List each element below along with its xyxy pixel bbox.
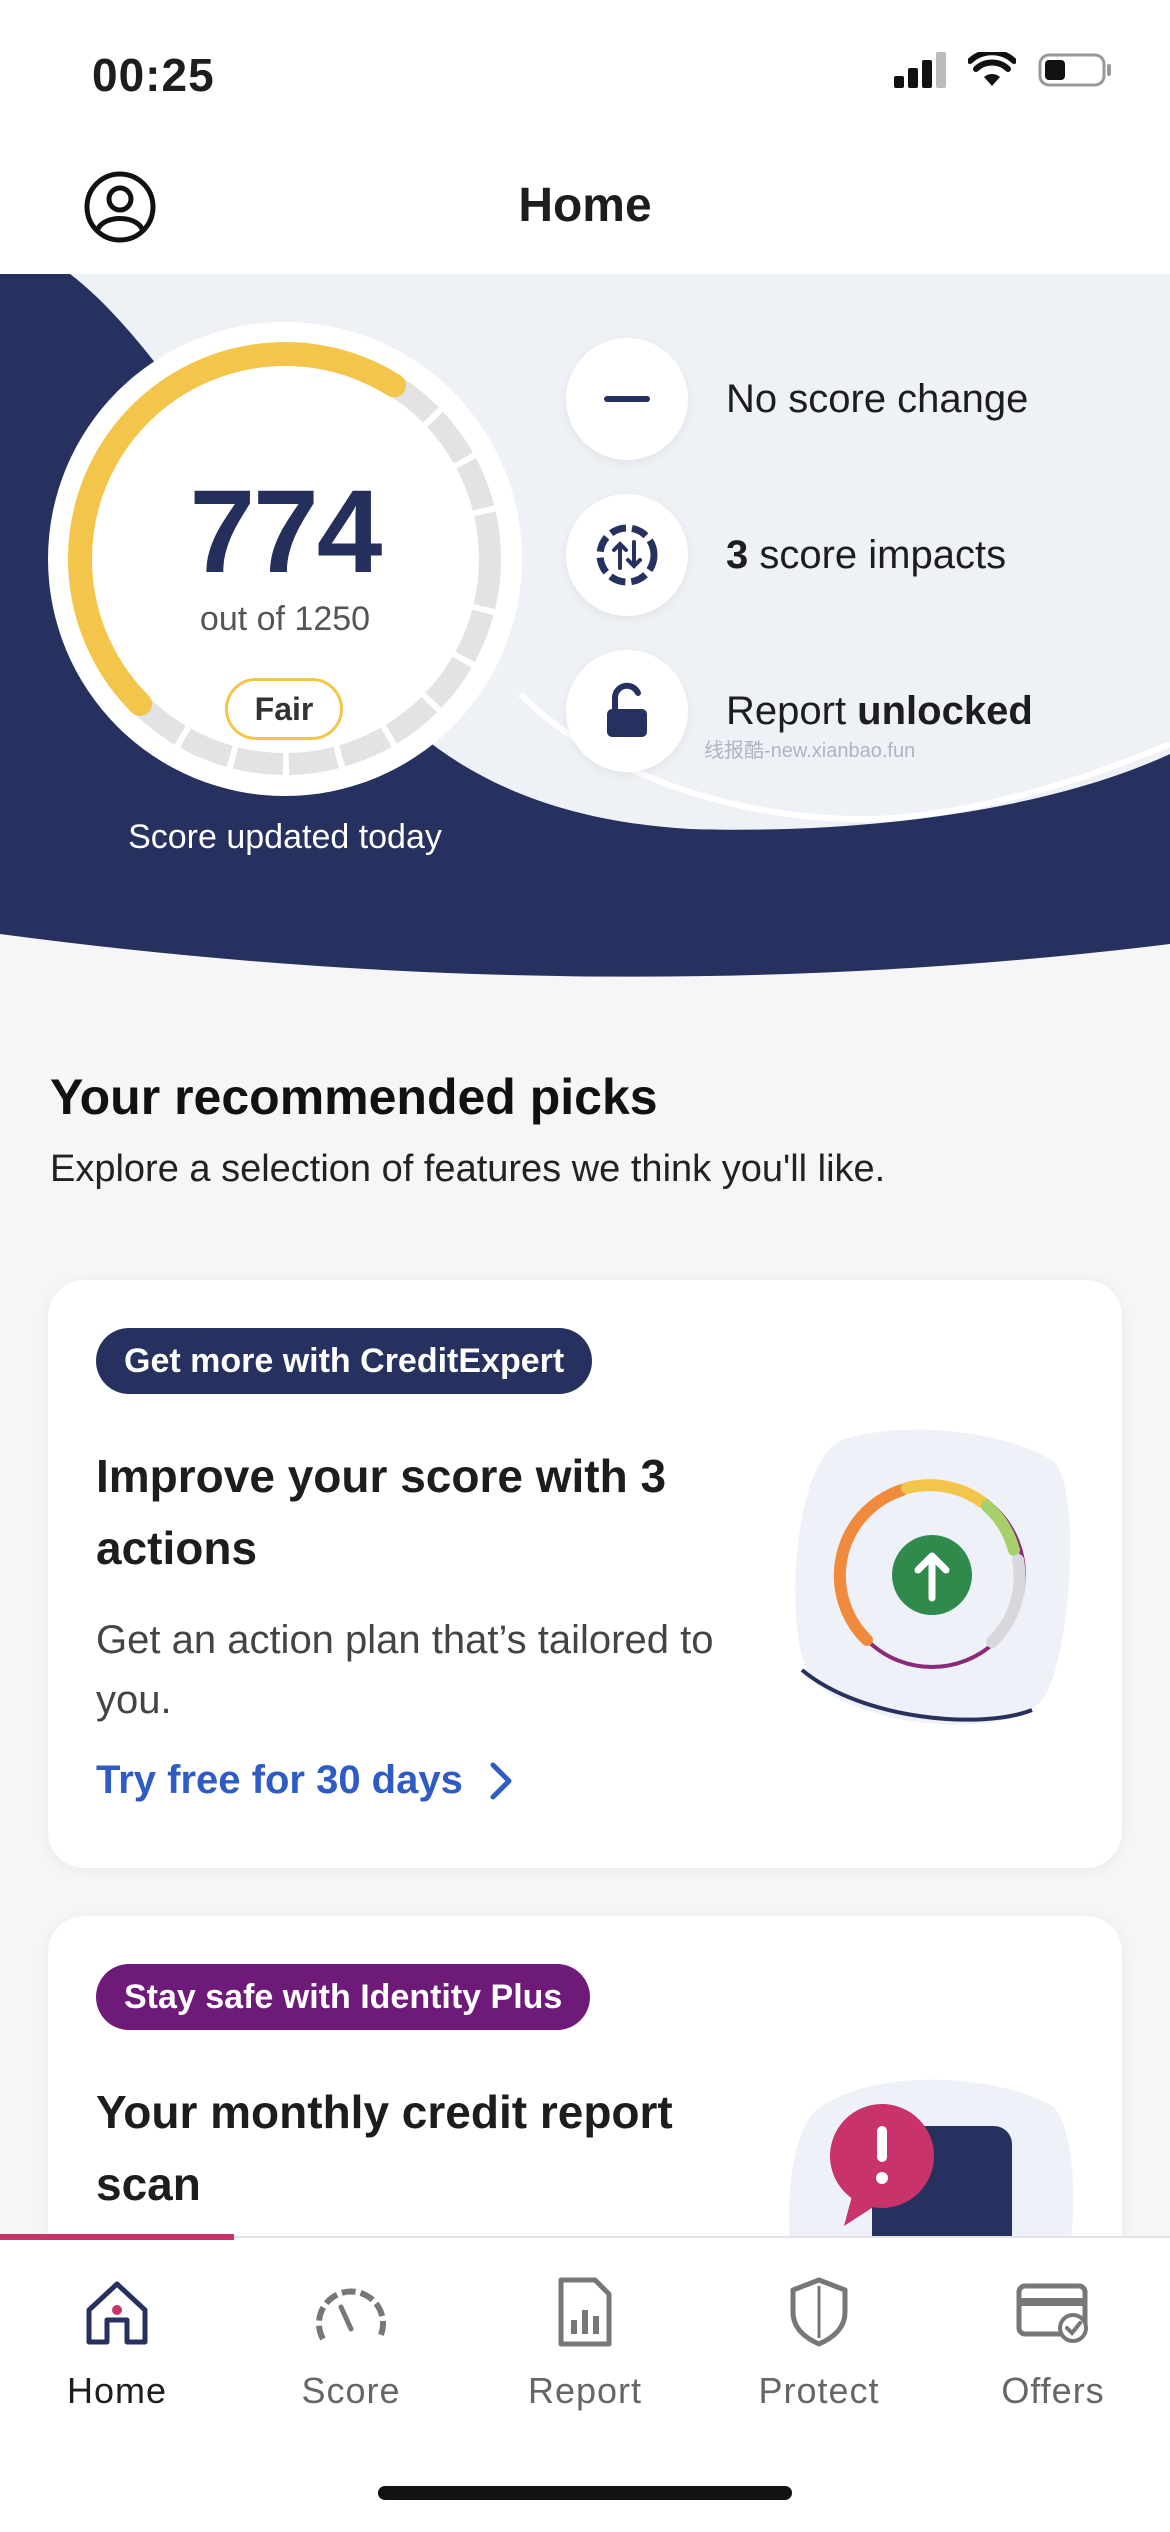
card-tag: Stay safe with Identity Plus xyxy=(96,1964,591,2030)
score-band-badge: Fair xyxy=(225,678,343,740)
card-title: Your monthly credit report scan xyxy=(96,2086,673,2210)
status-bar: 00:25 xyxy=(0,0,1170,140)
score-impacts-icon xyxy=(596,524,658,586)
top-header: Home xyxy=(0,140,1170,274)
gauge-icon xyxy=(316,2288,386,2341)
report-icon xyxy=(558,2277,612,2347)
tab-home-label: Home xyxy=(66,2370,168,2411)
shield-icon xyxy=(790,2277,848,2347)
offers-card-icon xyxy=(1016,2283,1088,2343)
try-free-link-label: Try free for 30 days xyxy=(96,1758,463,1802)
chevron-right-icon xyxy=(490,1762,512,1799)
battery-icon xyxy=(1038,53,1111,87)
tab-protect-label: Protect xyxy=(758,2370,880,2411)
score-improve-illustration xyxy=(795,1429,1071,1725)
signal-icon xyxy=(894,52,946,88)
tab-home[interactable]: Home xyxy=(0,2272,234,2412)
picks-subtitle: Explore a selection of features we think… xyxy=(50,1148,886,1190)
score-hero: 774 out of 1250 Fair Score updated today… xyxy=(0,274,1170,994)
stat-score-impacts-text: 3 score impacts xyxy=(726,532,1007,577)
minus-icon xyxy=(604,396,650,402)
unlock-icon xyxy=(607,682,647,737)
try-free-link[interactable]: Try free for 30 days xyxy=(96,1758,513,1803)
stat-report-unlocked-text: Report unlocked xyxy=(726,688,1033,733)
card-title: Improve your score with 3 actions xyxy=(96,1450,667,1574)
wifi-icon xyxy=(968,52,1016,86)
picks-title: Your recommended picks xyxy=(50,1069,658,1125)
score-out-of: out of 1250 xyxy=(199,600,371,638)
status-time: 00:25 xyxy=(92,49,215,101)
card-description: Get an action plan that’s tailored to yo… xyxy=(96,1618,714,1722)
home-indicator xyxy=(378,2486,792,2500)
tab-score-label: Score xyxy=(301,2370,401,2411)
stat-score-change-text: No score change xyxy=(726,376,1029,421)
tab-score[interactable]: Score xyxy=(234,2272,468,2412)
credit-score-value: 774 xyxy=(189,466,383,598)
creditexpert-card[interactable]: Get more with CreditExpert Improve your … xyxy=(48,1280,1122,1868)
active-tab-indicator xyxy=(0,2234,234,2240)
status-icons xyxy=(894,52,1112,88)
tab-protect[interactable]: Protect xyxy=(702,2272,936,2412)
home-screen: 00:25 Home 774 out of 1250 Fair Score up… xyxy=(0,0,1170,2532)
card-tag: Get more with CreditExpert xyxy=(96,1328,593,1394)
watermark: 线报酷-new.xianbao.fun xyxy=(704,740,916,762)
tab-offers-label: Offers xyxy=(1001,2370,1105,2411)
tab-report-label: Report xyxy=(527,2370,643,2411)
tab-offers[interactable]: Offers xyxy=(936,2272,1170,2412)
score-updated-text: Score updated today xyxy=(128,818,442,856)
page-title: Home xyxy=(518,179,652,232)
stat-score-impacts[interactable]: 3 score impacts xyxy=(566,494,1006,616)
house-icon xyxy=(86,2281,148,2345)
tab-report[interactable]: Report xyxy=(468,2272,702,2412)
stat-score-change[interactable]: No score change xyxy=(566,338,1028,460)
